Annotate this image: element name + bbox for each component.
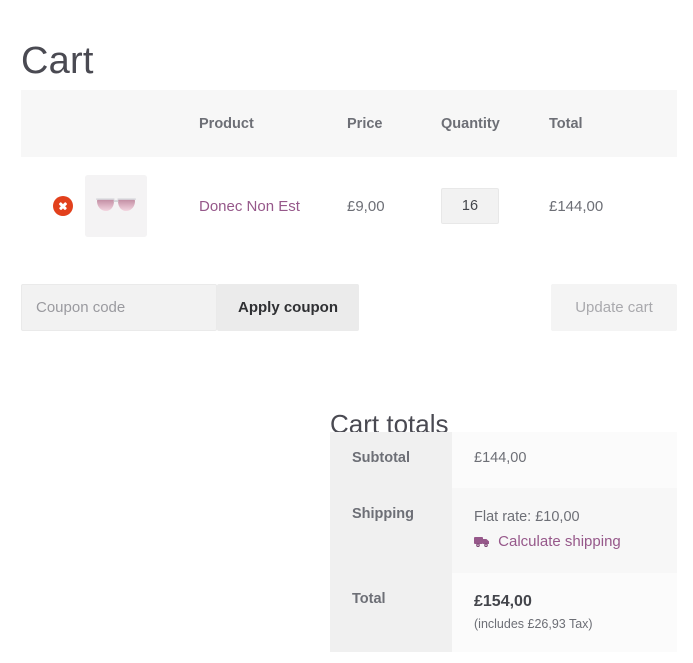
product-link[interactable]: Donec Non Est <box>199 198 300 215</box>
calculate-shipping-link[interactable]: Calculate shipping <box>474 531 621 555</box>
shipping-value: Flat rate: £10,00 Calculate shipping <box>452 488 677 573</box>
calculate-shipping-label: Calculate shipping <box>498 533 621 550</box>
shipping-label: Shipping <box>330 488 452 573</box>
column-header-total: Total <box>549 90 677 157</box>
column-header-remove <box>21 90 85 157</box>
update-cart-button[interactable]: Update cart <box>551 284 677 331</box>
remove-item-icon[interactable] <box>53 196 73 216</box>
cell-thumbnail <box>85 157 195 255</box>
cell-line-total: £144,00 <box>549 157 677 255</box>
cart-header-row: Product Price Quantity Total <box>21 90 677 157</box>
cell-price: £9,00 <box>347 157 441 255</box>
totals-row-shipping: Shipping Flat rate: £10,00 Calculate shi… <box>330 488 677 573</box>
cart-table-body: Donec Non Est £9,00 £144,00 <box>21 157 677 255</box>
cart-actions: Apply coupon Update cart <box>21 284 677 331</box>
cart-totals-table: Subtotal £144,00 Shipping Flat rate: £10… <box>330 432 677 652</box>
cell-product-name: Donec Non Est <box>195 157 347 255</box>
column-header-product: Product <box>195 90 347 157</box>
total-tax-note: (includes £26,93 Tax) <box>474 617 593 631</box>
cart-table-header: Product Price Quantity Total <box>21 90 677 157</box>
column-header-price: Price <box>347 90 441 157</box>
apply-coupon-button[interactable]: Apply coupon <box>217 284 359 331</box>
shipping-method-text: Flat rate: £10,00 <box>474 509 580 525</box>
total-amount: £154,00 <box>474 593 532 610</box>
page-title: Cart <box>21 40 94 83</box>
column-header-quantity: Quantity <box>441 90 549 157</box>
subtotal-value: £144,00 <box>452 432 677 488</box>
cell-remove <box>21 157 85 255</box>
cart-totals-body: Subtotal £144,00 Shipping Flat rate: £10… <box>330 432 677 652</box>
column-header-thumbnail <box>85 90 195 157</box>
quantity-input[interactable] <box>441 188 499 224</box>
total-label: Total <box>330 573 452 652</box>
subtotal-label: Subtotal <box>330 432 452 488</box>
table-row: Donec Non Est £9,00 £144,00 <box>21 157 677 255</box>
sunglasses-thumbnail-icon[interactable] <box>85 175 147 237</box>
totals-row-total: Total £154,00 (includes £26,93 Tax) <box>330 573 677 652</box>
cell-quantity <box>441 157 549 255</box>
delivery-truck-icon <box>474 533 490 555</box>
coupon-code-input[interactable] <box>21 284 217 331</box>
totals-row-subtotal: Subtotal £144,00 <box>330 432 677 488</box>
cart-items-table: Product Price Quantity Total Donec Non E… <box>21 90 677 255</box>
total-value-cell: £154,00 (includes £26,93 Tax) <box>452 573 677 652</box>
